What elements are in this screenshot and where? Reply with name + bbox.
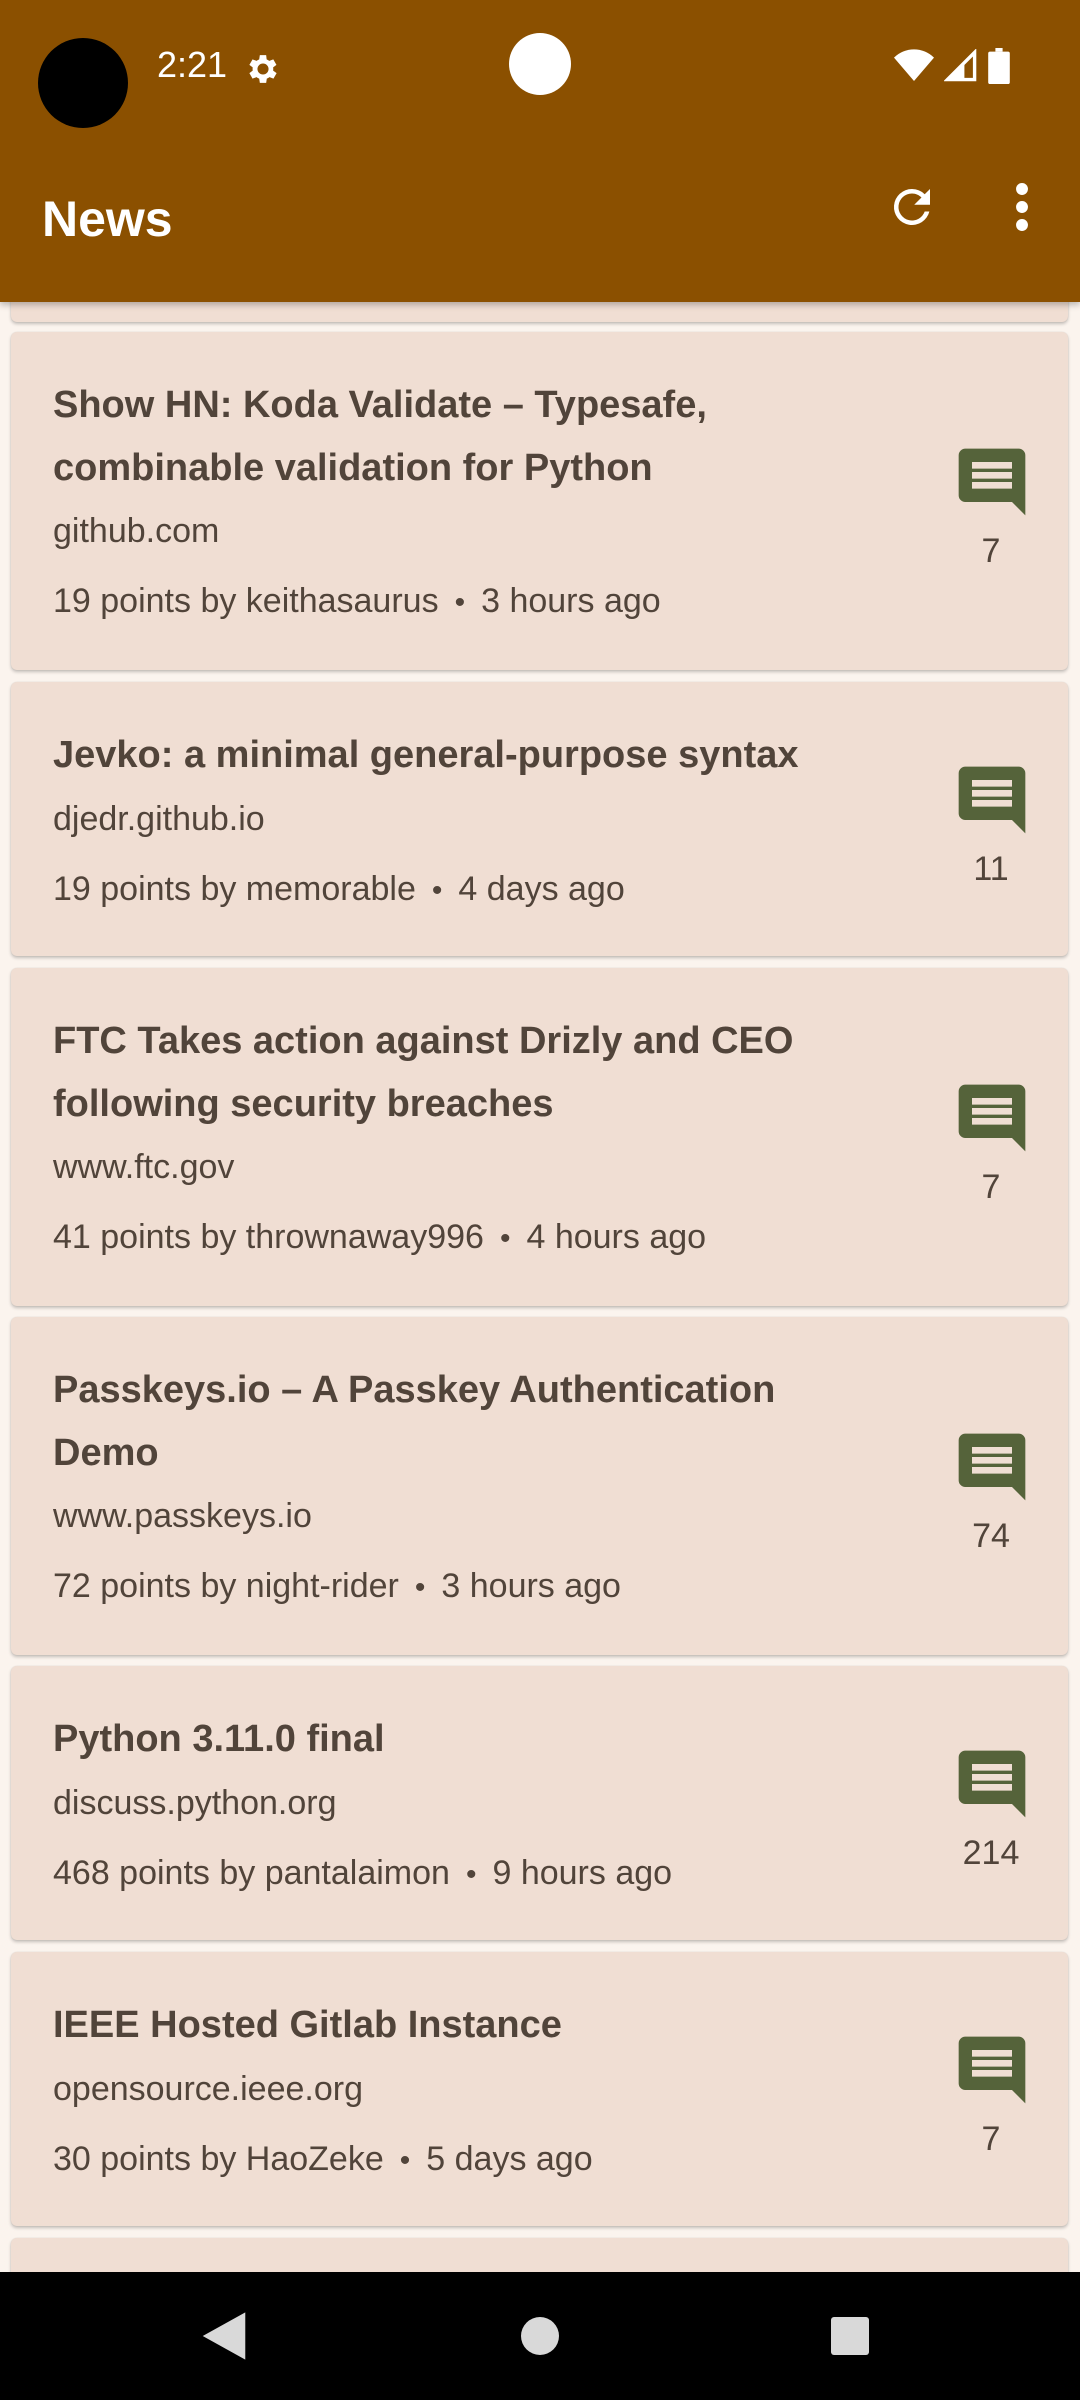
story-meta: 72 points by night-rider • 3 hours ago bbox=[53, 1567, 621, 1606]
story-list[interactable]: Show HN: Koda Validate – Typesafe, combi… bbox=[0, 302, 1080, 2272]
comments-button[interactable]: 7 bbox=[931, 2030, 1051, 2170]
signal-icon bbox=[944, 49, 977, 82]
comments-button[interactable]: 7 bbox=[931, 1078, 1051, 1218]
comment-icon bbox=[958, 1750, 1026, 1818]
refresh-icon[interactable] bbox=[885, 180, 939, 234]
status-time: 2:21 bbox=[157, 44, 228, 85]
camera-dot bbox=[509, 33, 571, 95]
story-points-author: 468 points by pantalaimon bbox=[53, 1854, 450, 1892]
story-domain: djedr.github.io bbox=[53, 800, 265, 838]
list-item-partial[interactable] bbox=[11, 302, 1068, 322]
camera-cutout bbox=[38, 38, 128, 128]
meta-separator: • bbox=[454, 586, 466, 619]
story-title: FTC Takes action against Drizly and CEO … bbox=[53, 1020, 794, 1125]
settings-gear-icon bbox=[249, 55, 277, 83]
comment-count: 214 bbox=[962, 1834, 1020, 1872]
story-title: Jevko: a minimal general-purpose syntax bbox=[53, 734, 799, 776]
battery-icon bbox=[988, 48, 1010, 84]
story-domain: github.com bbox=[53, 512, 220, 550]
comment-count: 7 bbox=[981, 2120, 1001, 2158]
story-time: 9 hours ago bbox=[492, 1854, 673, 1892]
story-points-author: 41 points by thrownaway996 bbox=[53, 1218, 484, 1256]
story-card[interactable]: Passkeys.io – A Passkey Authentication D… bbox=[11, 1317, 1068, 1655]
comment-icon bbox=[958, 2036, 1026, 2104]
comments-button[interactable]: 74 bbox=[931, 1427, 1051, 1567]
meta-separator: • bbox=[499, 1222, 511, 1255]
story-points-author: 19 points by keithasaurus bbox=[53, 582, 439, 620]
comment-count: 7 bbox=[981, 1168, 1001, 1206]
story-time: 3 hours ago bbox=[481, 582, 661, 620]
story-meta: 30 points by HaoZeke • 5 days ago bbox=[53, 2140, 593, 2179]
story-title: Show HN: Koda Validate – Typesafe, combi… bbox=[53, 384, 707, 489]
meta-separator: • bbox=[465, 1858, 477, 1891]
story-domain: www.passkeys.io bbox=[53, 1497, 312, 1535]
story-time: 3 hours ago bbox=[441, 1567, 621, 1605]
more-vert-icon[interactable] bbox=[1005, 180, 1039, 234]
app-bar: 2:21 News bbox=[0, 0, 1080, 302]
comment-count: 74 bbox=[972, 1517, 1010, 1555]
system-nav-bar bbox=[0, 2272, 1080, 2400]
comments-button[interactable]: 7 bbox=[931, 442, 1051, 582]
story-card[interactable]: IEEE Hosted Gitlab Instance opensource.i… bbox=[11, 1952, 1068, 2226]
story-meta: 468 points by pantalaimon • 9 hours ago bbox=[53, 1854, 672, 1893]
story-card[interactable]: Show HN: Koda Validate – Typesafe, combi… bbox=[11, 332, 1068, 670]
comment-icon bbox=[958, 448, 1026, 516]
comments-button[interactable]: 214 bbox=[931, 1744, 1051, 1884]
screen: 2:21 News Show HN: Koda Validate – Types… bbox=[0, 0, 1080, 2400]
list-item-partial[interactable] bbox=[11, 2238, 1068, 2272]
story-title: Passkeys.io – A Passkey Authentication D… bbox=[53, 1369, 776, 1474]
story-card[interactable]: Python 3.11.0 final discuss.python.org 4… bbox=[11, 1666, 1068, 1940]
recent-apps-icon[interactable] bbox=[830, 2316, 870, 2356]
story-domain: opensource.ieee.org bbox=[53, 2070, 364, 2108]
wifi-icon bbox=[894, 49, 934, 81]
story-meta: 41 points by thrownaway996 • 4 hours ago bbox=[53, 1218, 706, 1257]
home-icon[interactable] bbox=[520, 2316, 560, 2356]
story-domain: www.ftc.gov bbox=[53, 1148, 235, 1186]
story-title: Python 3.11.0 final bbox=[53, 1718, 385, 1760]
comment-icon bbox=[958, 766, 1026, 834]
story-meta: 19 points by memorable • 4 days ago bbox=[53, 870, 625, 909]
comment-icon bbox=[958, 1084, 1026, 1152]
status-icons bbox=[894, 48, 1010, 84]
comment-count: 7 bbox=[981, 532, 1001, 570]
story-card[interactable]: Jevko: a minimal general-purpose syntax … bbox=[11, 682, 1068, 956]
story-meta: 19 points by keithasaurus • 3 hours ago bbox=[53, 582, 661, 621]
story-points-author: 72 points by night-rider bbox=[53, 1567, 399, 1605]
story-time: 4 days ago bbox=[458, 870, 625, 908]
story-time: 5 days ago bbox=[426, 2140, 593, 2178]
page-title: News bbox=[42, 191, 173, 247]
story-points-author: 19 points by memorable bbox=[53, 870, 416, 908]
status-bar: 2:21 bbox=[0, 0, 1080, 130]
meta-separator: • bbox=[414, 1571, 426, 1604]
comments-button[interactable]: 11 bbox=[931, 760, 1051, 900]
comment-count: 11 bbox=[973, 850, 1009, 888]
story-time: 4 hours ago bbox=[526, 1218, 707, 1256]
comment-icon bbox=[958, 1433, 1026, 1501]
story-title: IEEE Hosted Gitlab Instance bbox=[53, 2004, 562, 2046]
meta-separator: • bbox=[399, 2144, 411, 2177]
story-card[interactable]: FTC Takes action against Drizly and CEO … bbox=[11, 968, 1068, 1306]
story-points-author: 30 points by HaoZeke bbox=[53, 2140, 384, 2178]
back-icon[interactable] bbox=[200, 2310, 248, 2362]
meta-separator: • bbox=[431, 874, 443, 907]
story-domain: discuss.python.org bbox=[53, 1784, 337, 1822]
